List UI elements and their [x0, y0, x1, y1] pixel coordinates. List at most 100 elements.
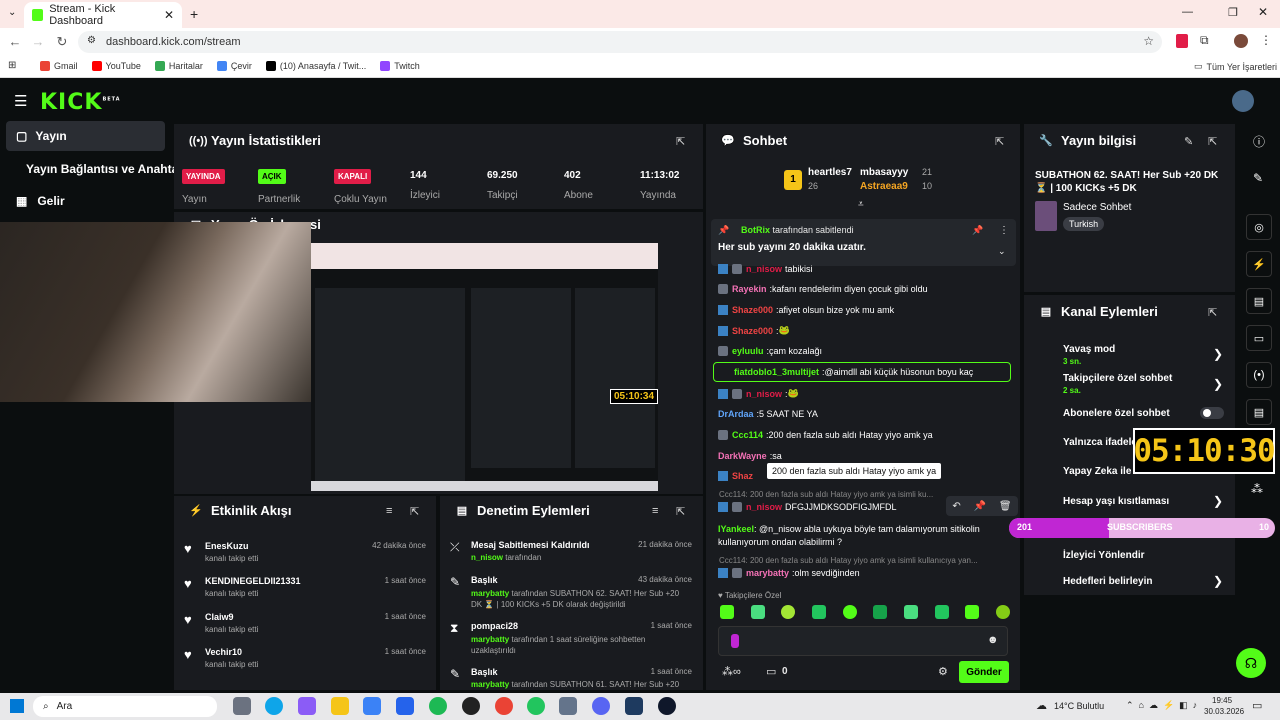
unpin-button[interactable]: 📌: [972, 225, 983, 236]
task-view-icon[interactable]: [233, 697, 251, 715]
reload-icon[interactable]: ↻: [52, 34, 72, 50]
chevron-right-icon[interactable]: ❯: [1213, 377, 1223, 391]
pinned-message[interactable]: 📌 BotRix tarafından sabitlendi Her sub y…: [711, 219, 1016, 266]
popout-chat-icon[interactable]: ⇱: [995, 135, 1004, 148]
all-bookmarks[interactable]: ▭ Tüm Yer İşaretleri: [1194, 61, 1277, 72]
emote-icon[interactable]: [995, 605, 1010, 619]
emote-icon[interactable]: [811, 605, 826, 619]
info-icon[interactable]: ⓘ: [1253, 133, 1265, 150]
rail-button-doc[interactable]: ▤: [1246, 288, 1272, 314]
site-info-icon[interactable]: ⚙: [87, 35, 96, 46]
user-avatar[interactable]: [1232, 90, 1254, 112]
delete-icon[interactable]: 🗑: [999, 501, 1012, 512]
popout-info-icon[interactable]: ⇱: [1208, 135, 1217, 148]
popout-stats-icon[interactable]: ⇱: [676, 135, 685, 148]
bookmark-star-icon[interactable]: ☆: [1143, 34, 1154, 48]
sidebar-item-gelir[interactable]: ▦ Gelir: [6, 186, 65, 216]
emoji-icon[interactable]: ☻: [987, 634, 999, 646]
popout-moderation-icon[interactable]: ⇱: [676, 505, 685, 518]
notifications-icon[interactable]: ▭: [1252, 699, 1262, 712]
store-icon[interactable]: [363, 697, 381, 715]
forward-icon[interactable]: →: [28, 34, 48, 49]
support-button[interactable]: ☊: [1236, 648, 1266, 678]
rail-button-live[interactable]: (•): [1246, 362, 1272, 388]
chrome-icon[interactable]: [495, 697, 513, 715]
chevron-right-icon[interactable]: ❯: [1213, 347, 1223, 361]
kick-app-icon[interactable]: [527, 697, 545, 715]
emote-icon[interactable]: [873, 605, 888, 619]
back-icon[interactable]: ←: [5, 34, 25, 49]
popout-events-icon[interactable]: ⇱: [410, 505, 419, 518]
new-tab-icon[interactable]: +: [190, 6, 198, 22]
emote-icon[interactable]: [903, 605, 918, 619]
chevron-right-icon[interactable]: ❯: [1213, 494, 1223, 508]
menu-icon[interactable]: ⋮: [1260, 33, 1272, 47]
chat-settings-icon[interactable]: ⚙: [938, 665, 948, 678]
apps-icon[interactable]: ⊞: [8, 60, 16, 71]
send-button[interactable]: Gönder: [959, 661, 1009, 683]
bookmark-translate[interactable]: Çevir: [216, 61, 252, 71]
app-icon[interactable]: [559, 697, 577, 715]
pinned-menu-icon[interactable]: ⋮: [999, 225, 1009, 236]
obs-icon[interactable]: [658, 697, 676, 715]
discord-icon[interactable]: [592, 697, 610, 715]
slow-mode[interactable]: Yavaş mod 3 sn.: [1063, 344, 1115, 366]
profile-avatar[interactable]: [1234, 34, 1248, 48]
reply-icon[interactable]: ↶: [952, 501, 960, 512]
emote-icon[interactable]: [781, 605, 796, 619]
browser-tab[interactable]: Stream - Kick Dashboard ✕: [24, 2, 182, 28]
popout-actions-icon[interactable]: ⇱: [1208, 306, 1217, 319]
emote-icon[interactable]: [842, 605, 857, 619]
hamburger-menu-icon[interactable]: ☰: [14, 92, 27, 110]
pin-message-icon[interactable]: 📌: [974, 501, 986, 512]
followers-only-chat[interactable]: Takipçilere özel sohbet 2 sa.: [1063, 373, 1172, 395]
mail-icon[interactable]: [396, 697, 414, 715]
edge-icon[interactable]: [265, 697, 283, 715]
url-input[interactable]: ⚙ dashboard.kick.com/stream ☆: [78, 31, 1162, 53]
points-icon[interactable]: ⁂∞: [722, 665, 741, 678]
extension-icon[interactable]: [1176, 34, 1188, 48]
filter-moderation-icon[interactable]: ≡: [652, 505, 658, 517]
kick-logo[interactable]: KICKBETA: [40, 90, 121, 115]
steam-icon[interactable]: [625, 697, 643, 715]
rail-button-actions[interactable]: ▤: [1246, 399, 1272, 425]
rail-button-bolt[interactable]: ⚡: [1246, 251, 1272, 277]
stream-preview-video[interactable]: 05:10:34: [311, 243, 659, 491]
collapse-icon[interactable]: ⩡: [858, 199, 864, 210]
bookmark-youtube[interactable]: YouTube: [91, 61, 141, 71]
extensions-icon[interactable]: ⧉: [1200, 33, 1209, 48]
sidebar-item-stream-key[interactable]: Yayın Bağlantısı ve Anahtarı: [6, 154, 186, 184]
edit-info-icon[interactable]: ✎: [1184, 135, 1193, 148]
emote-icon[interactable]: [965, 605, 980, 619]
chat-input[interactable]: ☻: [718, 626, 1008, 656]
subscribers-only-toggle[interactable]: [1200, 407, 1224, 419]
emote-icon[interactable]: [934, 605, 949, 619]
bookmark-gmail[interactable]: Gmail: [40, 61, 78, 71]
copilot-icon[interactable]: [298, 697, 316, 715]
account-age-restriction[interactable]: Hesap yaşı kısıtlaması: [1063, 496, 1169, 507]
chevron-right-icon[interactable]: ❯: [1213, 574, 1223, 588]
close-tab-icon[interactable]: ✕: [164, 8, 174, 22]
expand-pinned-icon[interactable]: ⌄: [998, 246, 1006, 257]
mic-icon[interactable]: [731, 634, 739, 648]
clock-time[interactable]: 19:45: [1212, 696, 1232, 705]
taskbar-search[interactable]: ⌕ Ara: [33, 696, 217, 717]
emote-icon[interactable]: [750, 605, 765, 619]
edit-pen-icon[interactable]: ✎: [1253, 171, 1263, 185]
apps-icon[interactable]: ⁂: [1251, 482, 1263, 496]
filter-events-icon[interactable]: ≡: [386, 505, 392, 517]
restore-icon[interactable]: ❐: [1228, 6, 1238, 19]
rail-button-camera[interactable]: ◎: [1246, 214, 1272, 240]
sidebar-item-yayin[interactable]: ▢ Yayın: [6, 121, 165, 151]
bookmark-twitter[interactable]: (10) Anasayfa / Twit...: [265, 61, 366, 71]
emote-icon[interactable]: [720, 605, 734, 619]
system-tray-icons[interactable]: ⌃⌂☁⚡◧♪: [1126, 700, 1202, 711]
viewer-redirect[interactable]: İzleyici Yönlendir: [1063, 550, 1145, 561]
windows-start-icon[interactable]: [10, 699, 24, 713]
close-window-icon[interactable]: ✕: [1258, 5, 1268, 19]
spotify-icon[interactable]: [429, 697, 447, 715]
tab-list-icon[interactable]: ⌄: [8, 7, 16, 18]
weather-text[interactable]: 14°C Bulutlu: [1054, 701, 1104, 711]
bookmark-twitch[interactable]: Twitch: [380, 61, 420, 71]
clock-date[interactable]: 30.03.2026: [1204, 707, 1244, 716]
